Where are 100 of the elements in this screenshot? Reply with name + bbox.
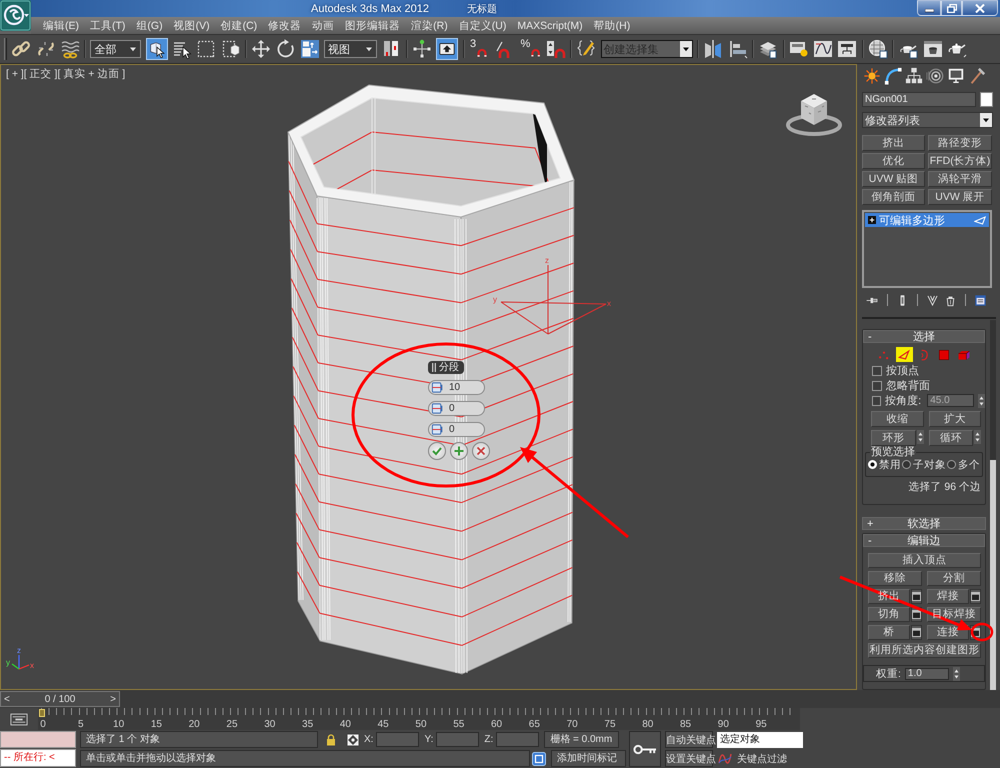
fork-icon[interactable] bbox=[926, 294, 939, 306]
settings-button[interactable] bbox=[970, 589, 981, 604]
layers-icon[interactable] bbox=[758, 39, 778, 59]
spinner-magnet-icon[interactable] bbox=[546, 39, 566, 59]
scale-icon[interactable] bbox=[300, 39, 320, 59]
edit-edge-button[interactable]: 插入顶点 bbox=[868, 553, 981, 568]
checkbox[interactable] bbox=[872, 366, 882, 376]
color-swatch-icon[interactable] bbox=[980, 92, 993, 107]
settings-button[interactable] bbox=[911, 589, 922, 604]
framed-square-icon[interactable] bbox=[532, 752, 546, 766]
auto-key-button[interactable]: 自动关键点 bbox=[665, 731, 713, 748]
chain-link-icon[interactable] bbox=[11, 39, 32, 59]
modifier-button[interactable]: UVW 展开 bbox=[928, 189, 992, 205]
wave-chain-icon[interactable] bbox=[60, 39, 80, 59]
checkbox[interactable] bbox=[872, 396, 882, 406]
dashed-window-icon[interactable] bbox=[220, 39, 241, 59]
rollout-header[interactable]: - 编辑边 bbox=[863, 534, 985, 547]
curve-graph-icon[interactable] bbox=[813, 39, 834, 59]
edit-edge-button[interactable]: 桥 bbox=[868, 625, 910, 640]
dashed-rectangle-icon[interactable] bbox=[196, 39, 216, 59]
modifier-button[interactable]: 优化 bbox=[862, 153, 925, 169]
modifier-button[interactable]: 挤出 bbox=[862, 135, 925, 151]
modifier-button[interactable]: 路径变形 bbox=[928, 135, 992, 151]
edit-edge-button[interactable]: 焊接 bbox=[927, 589, 969, 604]
spinner-arrows-icon[interactable] bbox=[916, 430, 924, 444]
object-name-field[interactable]: NGon001 bbox=[862, 92, 976, 107]
menu-item[interactable]: 帮助(H) bbox=[594, 18, 630, 32]
spinner-arrows-icon[interactable] bbox=[978, 394, 985, 408]
time-slider-thumb[interactable]: < 0 / 100 > bbox=[0, 691, 120, 707]
monitor-icon[interactable] bbox=[947, 67, 965, 85]
sun-icon[interactable] bbox=[863, 67, 881, 85]
reference-coordinate-dropdown[interactable]: 视图 bbox=[324, 40, 378, 58]
script-input-field[interactable] bbox=[0, 731, 76, 748]
coordinate-field[interactable] bbox=[436, 732, 480, 747]
diamond-square-icon[interactable] bbox=[347, 734, 359, 746]
rings-icon[interactable] bbox=[926, 67, 944, 85]
menu-item[interactable]: 创建(C) bbox=[220, 18, 258, 32]
move-icon[interactable] bbox=[251, 39, 272, 59]
settings-button[interactable] bbox=[911, 625, 922, 640]
stack-item[interactable]: 可编辑多边形 bbox=[865, 213, 989, 227]
rotate-icon[interactable] bbox=[276, 39, 296, 59]
material-sphere-icon[interactable] bbox=[868, 39, 888, 59]
radio-button[interactable] bbox=[902, 460, 911, 469]
select-object-button[interactable] bbox=[146, 38, 168, 60]
rollout-header[interactable]: - 选择 bbox=[863, 330, 985, 343]
edit-edge-button[interactable]: 切角 bbox=[868, 607, 910, 622]
next-frame-button[interactable]: > bbox=[110, 694, 116, 704]
caddy-title-bar[interactable]: 分段 bbox=[428, 361, 464, 374]
menu-item[interactable]: 自定义(U) bbox=[458, 18, 506, 32]
snap-toggle-button[interactable]: 3 bbox=[468, 38, 491, 60]
minimize-button[interactable] bbox=[917, 0, 941, 16]
menu-item[interactable]: 编辑(E) bbox=[43, 18, 79, 32]
add-time-tag-field[interactable]: 添加时间标记 bbox=[551, 750, 626, 767]
spinner-field[interactable]: 10 bbox=[428, 380, 485, 395]
menu-item[interactable]: 动画 bbox=[312, 18, 334, 32]
radio-button[interactable] bbox=[947, 460, 956, 469]
menu-item[interactable]: 工具(T) bbox=[90, 18, 126, 32]
rollout-header[interactable]: + 软选择 bbox=[862, 517, 986, 530]
ring-button[interactable]: 环形 bbox=[871, 430, 916, 446]
selection-filter-dropdown[interactable]: 全部 bbox=[90, 40, 142, 58]
coordinate-field[interactable] bbox=[376, 732, 420, 747]
percent-snap-button[interactable]: % bbox=[520, 38, 542, 60]
menu-item[interactable]: 修改器 bbox=[268, 18, 302, 32]
weight-field[interactable]: 1.0 bbox=[904, 668, 949, 680]
bin-icon[interactable] bbox=[944, 294, 957, 306]
tree-diagram-icon[interactable] bbox=[837, 39, 858, 59]
menu-item[interactable]: 组(G) bbox=[136, 18, 163, 32]
set-key-mode-button[interactable]: 设置关键点 bbox=[665, 750, 713, 767]
current-frame-marker[interactable] bbox=[39, 709, 45, 717]
spinner-field[interactable]: 0 bbox=[428, 422, 485, 437]
edit-edge-button[interactable]: 利用所选内容创建图形 bbox=[868, 643, 981, 658]
viewport-label[interactable]: [ + ][ 正交 ][ 真实 + 边面 ] bbox=[6, 67, 126, 81]
spinner-arrows-icon[interactable] bbox=[952, 666, 960, 680]
curve-arc-icon[interactable] bbox=[884, 67, 902, 85]
modifier-button[interactable]: 倒角剖面 bbox=[862, 189, 925, 205]
grow-button[interactable]: 扩大 bbox=[928, 411, 981, 427]
hammer-icon[interactable] bbox=[968, 67, 986, 85]
previous-frame-button[interactable]: < bbox=[4, 694, 10, 704]
checkbox[interactable] bbox=[872, 380, 882, 390]
app-logo-icon[interactable] bbox=[0, 0, 31, 31]
lock-icon[interactable] bbox=[326, 734, 336, 746]
align-icon[interactable] bbox=[728, 39, 748, 59]
key-filters-button[interactable]: 关键点过滤 bbox=[737, 752, 787, 766]
cross-handles-icon[interactable] bbox=[412, 39, 432, 59]
scrollbar[interactable] bbox=[990, 320, 996, 690]
script-output-field[interactable]: -- 所在行: < bbox=[0, 749, 76, 767]
spinner-arrows-icon[interactable] bbox=[974, 430, 981, 444]
edit-edge-button[interactable]: 移除 bbox=[868, 571, 922, 586]
mirror-icon[interactable] bbox=[703, 39, 724, 59]
set-key-button[interactable] bbox=[629, 731, 661, 767]
menu-item[interactable]: 视图(V) bbox=[174, 18, 210, 32]
modifier-button[interactable]: 涡轮平滑 bbox=[928, 171, 992, 187]
key-target-dropdown[interactable]: 选定对象 bbox=[717, 732, 803, 748]
loop-button[interactable]: 循环 bbox=[928, 430, 973, 446]
lines-box-icon[interactable] bbox=[10, 712, 28, 726]
menu-item[interactable]: MAXScript(M) bbox=[517, 20, 583, 32]
angle-spinner-field[interactable]: 45.0 bbox=[927, 394, 974, 407]
trackbar-ruler[interactable]: 0 5 10 15 20 25 30 35 40 45 50 55 60 65 70 75 80 85 90 95 bbox=[38, 708, 800, 730]
teapot-window-icon[interactable] bbox=[922, 39, 943, 59]
close-button[interactable] bbox=[962, 0, 998, 16]
